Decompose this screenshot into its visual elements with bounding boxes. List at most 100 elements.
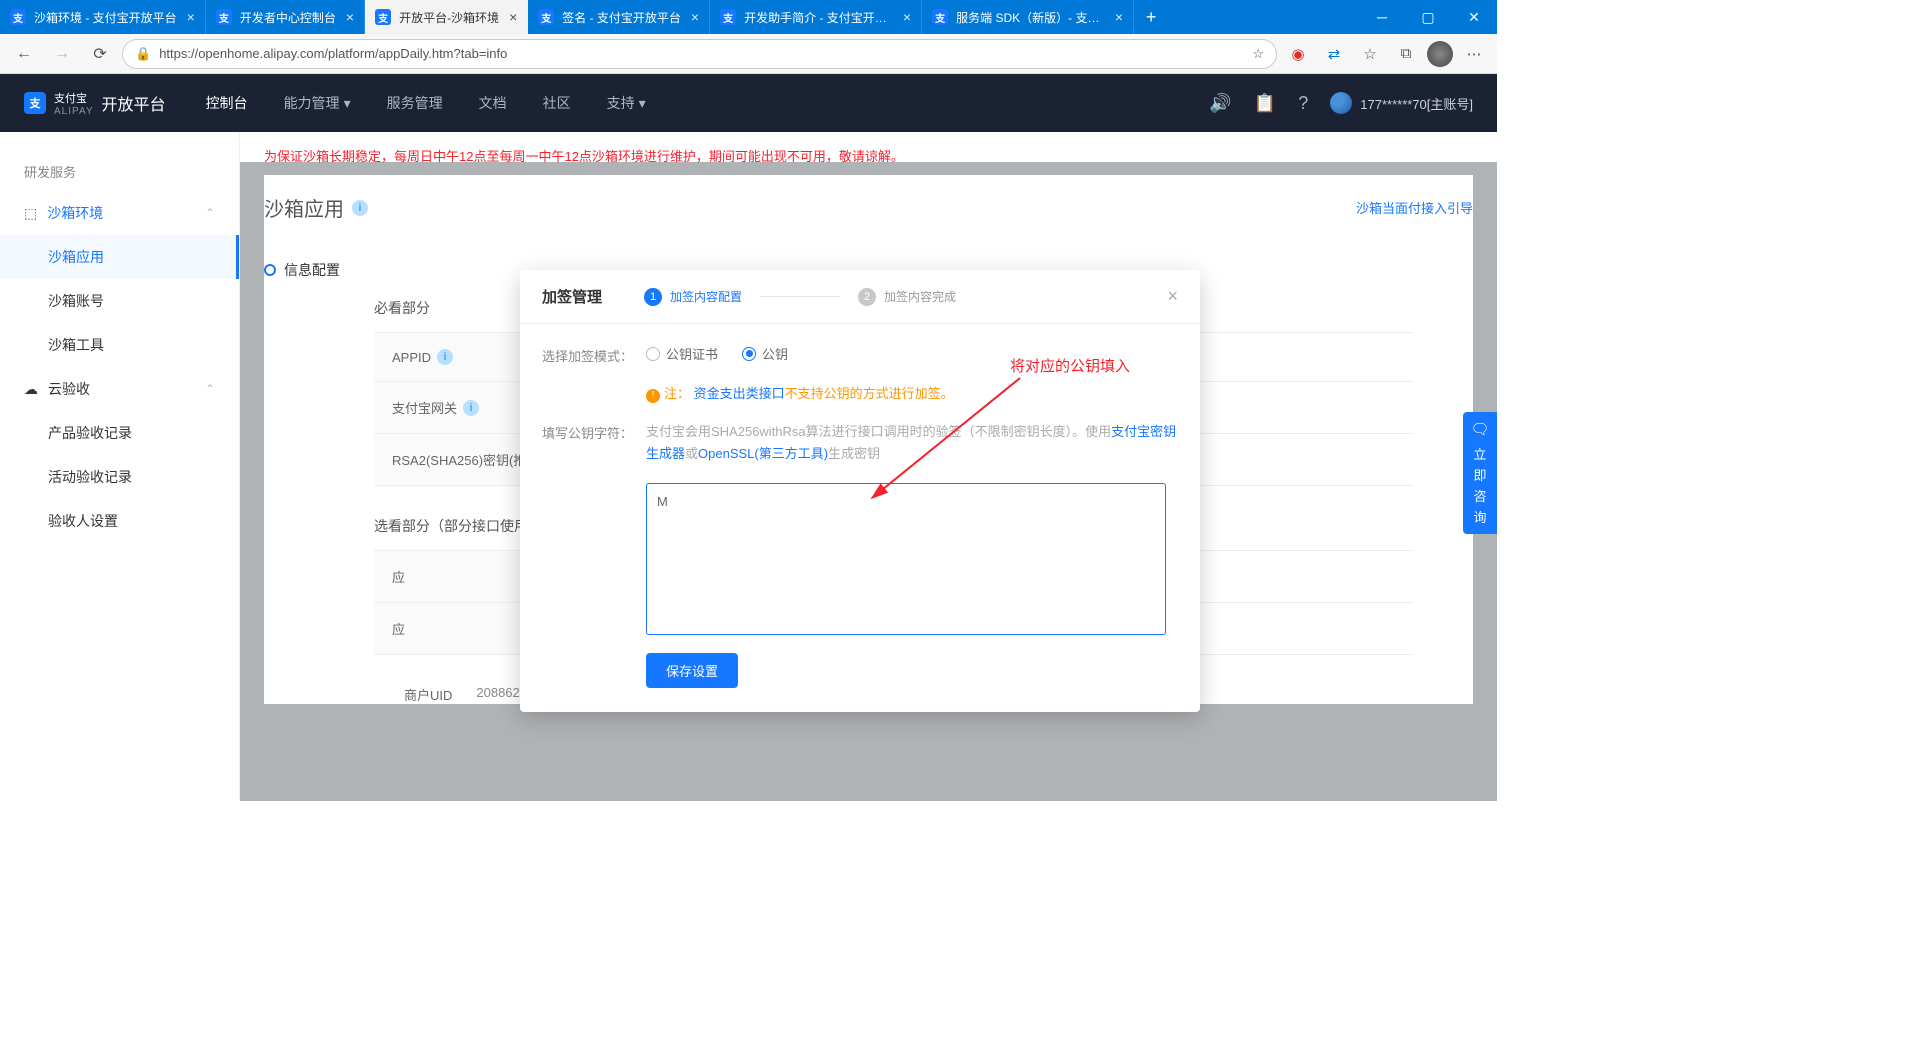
refresh-icon[interactable]: ⟳ [84, 38, 116, 70]
nav-community[interactable]: 社区 [543, 93, 571, 113]
save-settings-button[interactable]: 保存设置 [646, 653, 738, 688]
adblock-icon[interactable]: ◉ [1283, 39, 1313, 69]
modal-title: 加签管理 [542, 286, 602, 307]
tab-label: 开发助手简介 - 支付宝开放平 [744, 9, 893, 26]
chat-icon: 🗨 [1470, 420, 1489, 438]
close-icon[interactable]: × [691, 9, 699, 25]
browser-tab[interactable]: 支开发者中心控制台× [206, 0, 365, 34]
sidebar-item-acceptor-settings[interactable]: 验收人设置 [0, 499, 239, 543]
key-description: 支付宝会用SHA256withRsa算法进行接口调用时的验签（不限制密钥长度）。… [646, 421, 1178, 465]
sound-icon[interactable]: 🔊 [1209, 93, 1231, 114]
info-icon[interactable]: i [352, 200, 368, 216]
chevron-up-icon: ⌃ [205, 206, 215, 220]
radio-pubkey[interactable]: 公钥 [742, 344, 788, 363]
step-divider [760, 296, 840, 297]
sidebar-item-sandbox-app[interactable]: 沙箱应用 [0, 235, 239, 279]
alipay-favicon: 支 [10, 9, 26, 25]
fill-label: 填写公钥字符： [542, 421, 646, 442]
url-field[interactable]: 🔒 https://openhome.alipay.com/platform/a… [122, 39, 1277, 69]
info-icon[interactable]: i [437, 349, 453, 365]
uid-label: 商户UID [404, 685, 452, 704]
tab-label: 沙箱环境 - 支付宝开放平台 [34, 9, 177, 26]
user-avatar-icon [1330, 92, 1352, 114]
sync-icon[interactable]: ⇄ [1319, 39, 1349, 69]
sidebar-item-activity-record[interactable]: 活动验收记录 [0, 455, 239, 499]
nav-console[interactable]: 控制台 [206, 93, 248, 113]
forward-icon[interactable]: → [46, 38, 78, 70]
radio-icon [646, 347, 660, 361]
user-chip[interactable]: 177******70[主账号] [1330, 92, 1473, 114]
close-icon[interactable]: × [509, 9, 517, 25]
star-icon[interactable]: ☆ [1252, 46, 1264, 62]
collections-icon[interactable]: ⧉ [1391, 39, 1421, 69]
fund-api-link[interactable]: 资金支出类接口 [694, 386, 785, 401]
sidebar-cloud[interactable]: ☁云验收⌃ [0, 367, 239, 411]
sidebar-item-sandbox-tools[interactable]: 沙箱工具 [0, 323, 239, 367]
tab-label: 开发者中心控制台 [240, 9, 336, 26]
alipay-logo-icon: 支 [24, 92, 46, 114]
step-1: 1加签内容配置 [644, 288, 742, 306]
new-tab-button[interactable]: + [1134, 0, 1168, 34]
profile-avatar[interactable] [1427, 41, 1453, 67]
nav-service[interactable]: 服务管理 [387, 93, 443, 113]
sidebar-item-product-record[interactable]: 产品验收记录 [0, 411, 239, 455]
user-label: 177******70[主账号] [1360, 94, 1473, 113]
window-close-icon[interactable]: ✕ [1451, 0, 1497, 34]
sidebar-item-sandbox-account[interactable]: 沙箱账号 [0, 279, 239, 323]
browser-tab[interactable]: 支沙箱环境 - 支付宝开放平台 × [0, 0, 206, 34]
window-minimize-icon[interactable]: ─ [1359, 0, 1405, 34]
chevron-up-icon: ⌃ [205, 382, 215, 396]
favorites-icon[interactable]: ☆ [1355, 39, 1385, 69]
alipay-favicon: 支 [375, 9, 391, 25]
nav-docs[interactable]: 文档 [479, 93, 507, 113]
nav-menu: 控制台 能力管理▾ 服务管理 文档 社区 支持▾ [206, 93, 646, 113]
back-icon[interactable]: ← [8, 38, 40, 70]
face2face-guide-link[interactable]: 沙箱当面付接入引导 [1356, 198, 1473, 217]
window-maximize-icon[interactable]: ▢ [1405, 0, 1451, 34]
brand[interactable]: 支 支付宝 ALIPAY 开放平台 [24, 90, 166, 117]
openssl-link[interactable]: OpenSSL(第三方工具) [698, 446, 828, 461]
close-icon[interactable]: × [187, 9, 195, 25]
mode-label: 选择加签模式： [542, 344, 646, 365]
radio-cert[interactable]: 公钥证书 [646, 344, 718, 363]
info-icon[interactable]: i [463, 400, 479, 416]
alipay-favicon: 支 [932, 9, 948, 25]
sidebar-group-label: 研发服务 [0, 152, 239, 191]
annotation-text: 将对应的公钥填入 [1010, 355, 1130, 376]
chevron-down-icon: ▾ [639, 95, 646, 112]
help-icon[interactable]: ? [1298, 93, 1308, 114]
page-title: 沙箱应用i [264, 193, 368, 222]
cloud-icon: ☁ [24, 381, 38, 398]
brand-en: ALIPAY [54, 106, 94, 117]
browser-tab[interactable]: 支服务端 SDK（新版）- 支付宝 × [922, 0, 1134, 34]
tab-label: 服务端 SDK（新版）- 支付宝 [956, 9, 1105, 26]
sign-management-modal: 加签管理 1加签内容配置 2加签内容完成 × 选择加签模式： 公钥证书 公钥 !… [520, 270, 1200, 712]
radio-icon [742, 347, 756, 361]
step-2: 2加签内容完成 [858, 288, 956, 306]
browser-tab-active[interactable]: 支开放平台-沙箱环境× [365, 0, 528, 34]
warning-note: !注： 资金支出类接口不支持公钥的方式进行加签。 [646, 383, 954, 403]
brand-cn: 支付宝 [54, 90, 94, 106]
browser-tab[interactable]: 支签名 - 支付宝开放平台× [528, 0, 710, 34]
tab-label: 签名 - 支付宝开放平台 [562, 9, 681, 26]
close-icon[interactable]: × [903, 9, 911, 25]
address-bar: ← → ⟳ 🔒 https://openhome.alipay.com/plat… [0, 34, 1497, 74]
public-key-textarea[interactable] [646, 483, 1166, 635]
warning-icon: ! [646, 389, 660, 403]
modal-close-icon[interactable]: × [1167, 286, 1178, 307]
brand-title: 开放平台 [102, 91, 166, 115]
close-icon[interactable]: × [1115, 9, 1123, 25]
browser-tab[interactable]: 支开发助手简介 - 支付宝开放平× [710, 0, 922, 34]
lock-icon: 🔒 [135, 46, 151, 62]
sidebar: 研发服务 ⬚沙箱环境⌃ 沙箱应用 沙箱账号 沙箱工具 ☁云验收⌃ 产品验收记录 … [0, 132, 240, 801]
sidebar-sandbox[interactable]: ⬚沙箱环境⌃ [0, 191, 239, 235]
clipboard-icon[interactable]: 📋 [1254, 93, 1276, 114]
nav-support[interactable]: 支持▾ [607, 93, 646, 113]
consult-float-button[interactable]: 🗨 立 即 咨 询 [1463, 412, 1497, 534]
nav-ability[interactable]: 能力管理▾ [284, 93, 351, 113]
close-icon[interactable]: × [346, 9, 354, 25]
more-icon[interactable]: ⋯ [1459, 39, 1489, 69]
cube-icon: ⬚ [24, 205, 37, 222]
browser-tab-strip: 支沙箱环境 - 支付宝开放平台× 支开发者中心控制台× 支开放平台-沙箱环境× … [0, 0, 1497, 34]
chevron-down-icon: ▾ [344, 95, 351, 112]
